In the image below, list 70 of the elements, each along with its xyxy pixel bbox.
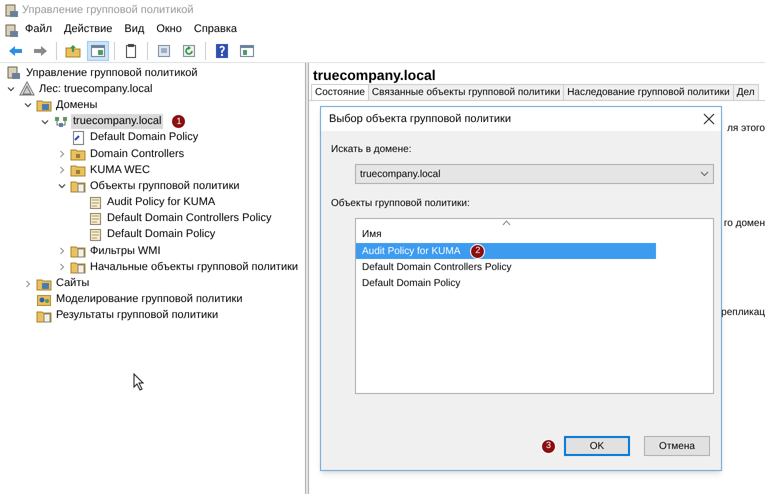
scroll-icon [87, 210, 103, 227]
tree-item[interactable]: Объекты групповой политики [88, 178, 242, 194]
menu-item[interactable]: Окно [151, 21, 187, 38]
background-text: репликац [721, 306, 765, 320]
collapse-chevron-icon[interactable] [24, 101, 32, 110]
tree-item[interactable]: Сайты [54, 276, 92, 292]
dialog-title: Выбор объекта групповой политики [329, 112, 512, 127]
tree-item[interactable]: Результаты групповой политики [54, 308, 220, 324]
scroll-icon [87, 194, 103, 211]
window-title: Управление групповой политикой [22, 2, 194, 18]
tree-item[interactable]: Default Domain Policy [88, 130, 200, 146]
pane-icon [239, 42, 255, 58]
tree-item[interactable]: Начальные объекты групповой политики [88, 260, 300, 275]
collapse-chevron-icon[interactable] [58, 182, 66, 190]
tree-item[interactable]: Управление групповой политикой [24, 66, 200, 81]
dialog-button[interactable]: Отмена [644, 436, 710, 456]
tree-item[interactable]: Моделирование групповой политики [54, 292, 244, 308]
pane-icon [90, 42, 106, 58]
tab[interactable]: Связанные объекты групповой политики [368, 84, 564, 100]
background-text: го домен [724, 217, 765, 231]
tree-item[interactable]: Audit Policy for KUMA [105, 195, 218, 210]
tree-item[interactable]: Домены [54, 98, 100, 113]
expand-chevron-icon[interactable] [58, 247, 66, 256]
field-label: Объекты групповой политики: [330, 197, 471, 211]
expand-chevron-icon[interactable] [58, 263, 66, 272]
list-row[interactable]: Audit Policy for KUMA 2 [356, 243, 656, 259]
field-label: Искать в домене: [330, 143, 412, 157]
refresh-icon [181, 42, 197, 58]
menu-item[interactable]: Действие [59, 21, 118, 38]
callout-badge: 1 [171, 114, 186, 130]
menu-item[interactable]: Вид [119, 21, 150, 38]
list-row[interactable]: Default Domain Policy [356, 275, 656, 291]
expand-chevron-icon[interactable] [58, 150, 66, 158]
background-text: ля этого [727, 122, 765, 136]
console-icon [4, 22, 18, 36]
chevron-down-icon [700, 171, 709, 177]
close-icon[interactable] [703, 113, 715, 125]
tree-item[interactable]: truecompany.local [71, 114, 164, 130]
menu-item[interactable]: Файл [20, 21, 58, 38]
scroll-icon [87, 226, 103, 243]
mouse-cursor-icon [133, 373, 145, 391]
tab[interactable]: Дел [732, 84, 759, 100]
sort-caret-icon [502, 220, 511, 226]
expand-chevron-icon[interactable] [58, 166, 66, 174]
tree-item[interactable]: Лес: truecompany.local [37, 82, 154, 97]
callout-badge: 3 [541, 438, 556, 454]
dialog-button[interactable]: OK [564, 436, 630, 456]
tree-item[interactable]: Default Domain Policy [105, 227, 218, 242]
console-icon [4, 3, 18, 17]
tab[interactable]: Состояние [311, 84, 369, 100]
menu-item[interactable]: Справка [188, 21, 242, 38]
tree-item[interactable]: Domain Controllers [88, 146, 186, 162]
collapse-chevron-icon[interactable] [41, 118, 49, 126]
tree-item[interactable]: KUMA WEC [88, 162, 152, 178]
list-row[interactable]: Default Domain Controllers Policy [356, 259, 656, 275]
console-icon [6, 65, 22, 82]
callout-badge: 2 [470, 244, 486, 258]
help-icon [214, 42, 230, 58]
tree-item[interactable]: Default Domain Controllers Policy [105, 211, 274, 226]
folder-up-icon [65, 42, 81, 58]
domain-dropdown[interactable]: truecompany.local [355, 164, 714, 184]
tab[interactable]: Наследование групповой политики [563, 84, 734, 100]
clipboard-icon [123, 42, 139, 58]
pane-title: truecompany.local [312, 66, 437, 85]
triangle-icon [19, 81, 35, 98]
expand-chevron-icon[interactable] [24, 280, 32, 288]
tree-item[interactable]: Фильтры WMI [88, 244, 163, 259]
toolbar-button[interactable] [87, 40, 109, 60]
column-header[interactable]: Имя [356, 219, 713, 243]
collapse-chevron-icon[interactable] [7, 85, 15, 94]
